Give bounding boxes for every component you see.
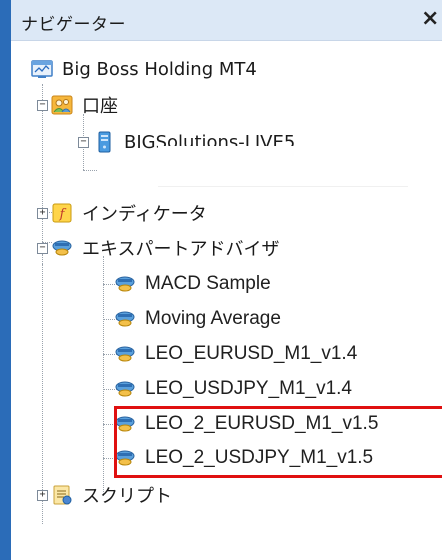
tree-item-expert-advisors[interactable]: エキスパートアドバイザ bbox=[51, 233, 279, 263]
indicators-expand-toggle[interactable]: + bbox=[37, 208, 48, 219]
accounts-collapse-toggle[interactable]: − bbox=[37, 100, 48, 111]
experts-collapse-toggle[interactable]: − bbox=[37, 243, 48, 254]
server-icon bbox=[93, 131, 115, 153]
navigator-title: ナビゲーター bbox=[21, 15, 126, 35]
tree-item-indicators[interactable]: f インディケータ bbox=[51, 198, 207, 228]
server-collapse-toggle[interactable]: − bbox=[78, 137, 89, 148]
accounts-icon bbox=[51, 94, 73, 116]
window-frame bbox=[0, 0, 11, 560]
tree-label-accounts: 口座 bbox=[82, 96, 118, 117]
close-button[interactable]: × bbox=[421, 8, 439, 30]
expert-item-label: MACD Sample bbox=[145, 273, 271, 294]
expert-advisor-icon bbox=[114, 308, 136, 330]
scripts-expand-toggle[interactable]: + bbox=[37, 490, 48, 501]
expert-item-label: LEO_EURUSD_M1_v1.4 bbox=[145, 343, 358, 364]
tree-connector bbox=[103, 256, 104, 496]
navigator-titlebar: ナビゲーター × bbox=[11, 0, 442, 41]
expert-advisor-icon bbox=[114, 343, 136, 365]
tree-label-root: Big Boss Holding MT4 bbox=[62, 58, 257, 80]
expert-item-label: LEO_USDJPY_M1_v1.4 bbox=[145, 378, 352, 399]
expert-item[interactable]: LEO_EURUSD_M1_v1.4 bbox=[114, 339, 357, 369]
tree-connector bbox=[42, 252, 43, 524]
tree-connector bbox=[83, 170, 97, 171]
highlight-box bbox=[114, 406, 442, 478]
expert-item[interactable]: Moving Average bbox=[114, 304, 281, 334]
expert-advisor-icon bbox=[51, 237, 73, 259]
redacted-account-entry bbox=[158, 146, 408, 187]
indicator-icon: f bbox=[51, 202, 73, 224]
expert-advisor-icon bbox=[114, 378, 136, 400]
expert-item[interactable]: LEO_USDJPY_M1_v1.4 bbox=[114, 374, 352, 404]
expert-item[interactable]: MACD Sample bbox=[114, 269, 271, 299]
tree-label-expert-advisors: エキスパートアドバイザ bbox=[82, 239, 280, 260]
navigator-tree: Big Boss Holding MT4 − 口座 − BIGSolutions… bbox=[11, 40, 442, 560]
navigator-panel: ナビゲーター × Big Boss Holding MT4 − 口座 − BIG… bbox=[11, 0, 442, 560]
tree-label-indicators: インディケータ bbox=[82, 204, 207, 225]
tree-item-root[interactable]: Big Boss Holding MT4 bbox=[31, 54, 257, 84]
expert-item-label: Moving Average bbox=[145, 308, 281, 329]
tree-label-scripts: スクリプト bbox=[82, 486, 172, 507]
terminal-icon bbox=[31, 58, 53, 80]
tree-item-accounts[interactable]: 口座 bbox=[51, 90, 118, 120]
tree-item-scripts[interactable]: スクリプト bbox=[51, 480, 172, 510]
expert-advisor-icon bbox=[114, 273, 136, 295]
script-icon bbox=[51, 484, 73, 506]
